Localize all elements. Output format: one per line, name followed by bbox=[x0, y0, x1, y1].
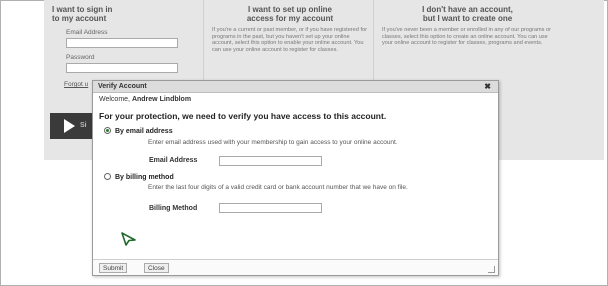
dialog-footer: Submit Close bbox=[93, 259, 498, 275]
verification-headline: For your protection, we need to verify y… bbox=[99, 111, 387, 121]
play-arrow-icon bbox=[64, 119, 75, 133]
email-address-field[interactable] bbox=[219, 156, 322, 166]
email-address-field-label: Email Address bbox=[149, 157, 198, 164]
dialog-title-bar[interactable]: Verify Account ✖ bbox=[93, 81, 498, 93]
billing-option-label: By billing method bbox=[115, 174, 174, 181]
billing-method-field-label: Billing Method bbox=[149, 205, 198, 212]
resize-grip-icon[interactable] bbox=[488, 266, 495, 273]
email-option-label: By email address bbox=[115, 128, 173, 135]
billing-radio[interactable] bbox=[104, 173, 111, 180]
create-title-line1: I don't have an account, bbox=[422, 5, 513, 14]
set-up-title-line1: I want to set up online bbox=[248, 5, 332, 14]
set-up-access-title: I want to set up online access for my ac… bbox=[212, 5, 368, 23]
create-title-line2: but I want to create one bbox=[422, 14, 513, 23]
sign-in-title-line2: to my account bbox=[52, 14, 107, 23]
sign-in-title: I want to sign in to my account bbox=[52, 5, 197, 23]
billing-method-field[interactable] bbox=[219, 203, 322, 213]
password-label: Password bbox=[66, 54, 95, 61]
close-icon[interactable]: ✖ bbox=[484, 82, 491, 91]
email-option-description: Enter email address used with your membe… bbox=[148, 139, 398, 146]
set-up-title-line2: access for my account bbox=[246, 14, 334, 23]
welcome-message: Welcome, Andrew Lindblom bbox=[99, 96, 191, 103]
email-radio[interactable] bbox=[104, 127, 111, 134]
sign-in-password-input[interactable] bbox=[66, 63, 178, 73]
sign-in-button-label: Si bbox=[80, 122, 87, 129]
dialog-title: Verify Account bbox=[98, 83, 147, 90]
mouse-cursor-icon bbox=[121, 232, 137, 251]
verify-account-dialog: Verify Account ✖ Welcome, Andrew Lindblo… bbox=[92, 80, 499, 276]
welcome-prefix: Welcome, bbox=[99, 96, 130, 103]
submit-button[interactable]: Submit bbox=[99, 263, 128, 273]
sign-in-title-line1: I want to sign in bbox=[52, 5, 113, 14]
create-account-text: If you've never been a member or enrolle… bbox=[382, 27, 551, 46]
email-address-label: Email Address bbox=[66, 29, 108, 36]
sign-in-email-input[interactable] bbox=[66, 38, 178, 48]
billing-option[interactable]: By billing method bbox=[104, 173, 174, 181]
billing-option-description: Enter the last four digits of a valid cr… bbox=[148, 184, 408, 191]
create-account-title: I don't have an account, but I want to c… bbox=[382, 5, 553, 23]
user-name: Andrew Lindblom bbox=[131, 96, 192, 103]
email-option[interactable]: By email address bbox=[104, 127, 173, 135]
set-up-access-text: If you're a current or past member, or i… bbox=[212, 27, 367, 53]
close-button[interactable]: Close bbox=[144, 263, 169, 273]
forgot-link[interactable]: Forgot u bbox=[64, 81, 88, 88]
sign-in-button[interactable]: Si bbox=[50, 113, 98, 139]
